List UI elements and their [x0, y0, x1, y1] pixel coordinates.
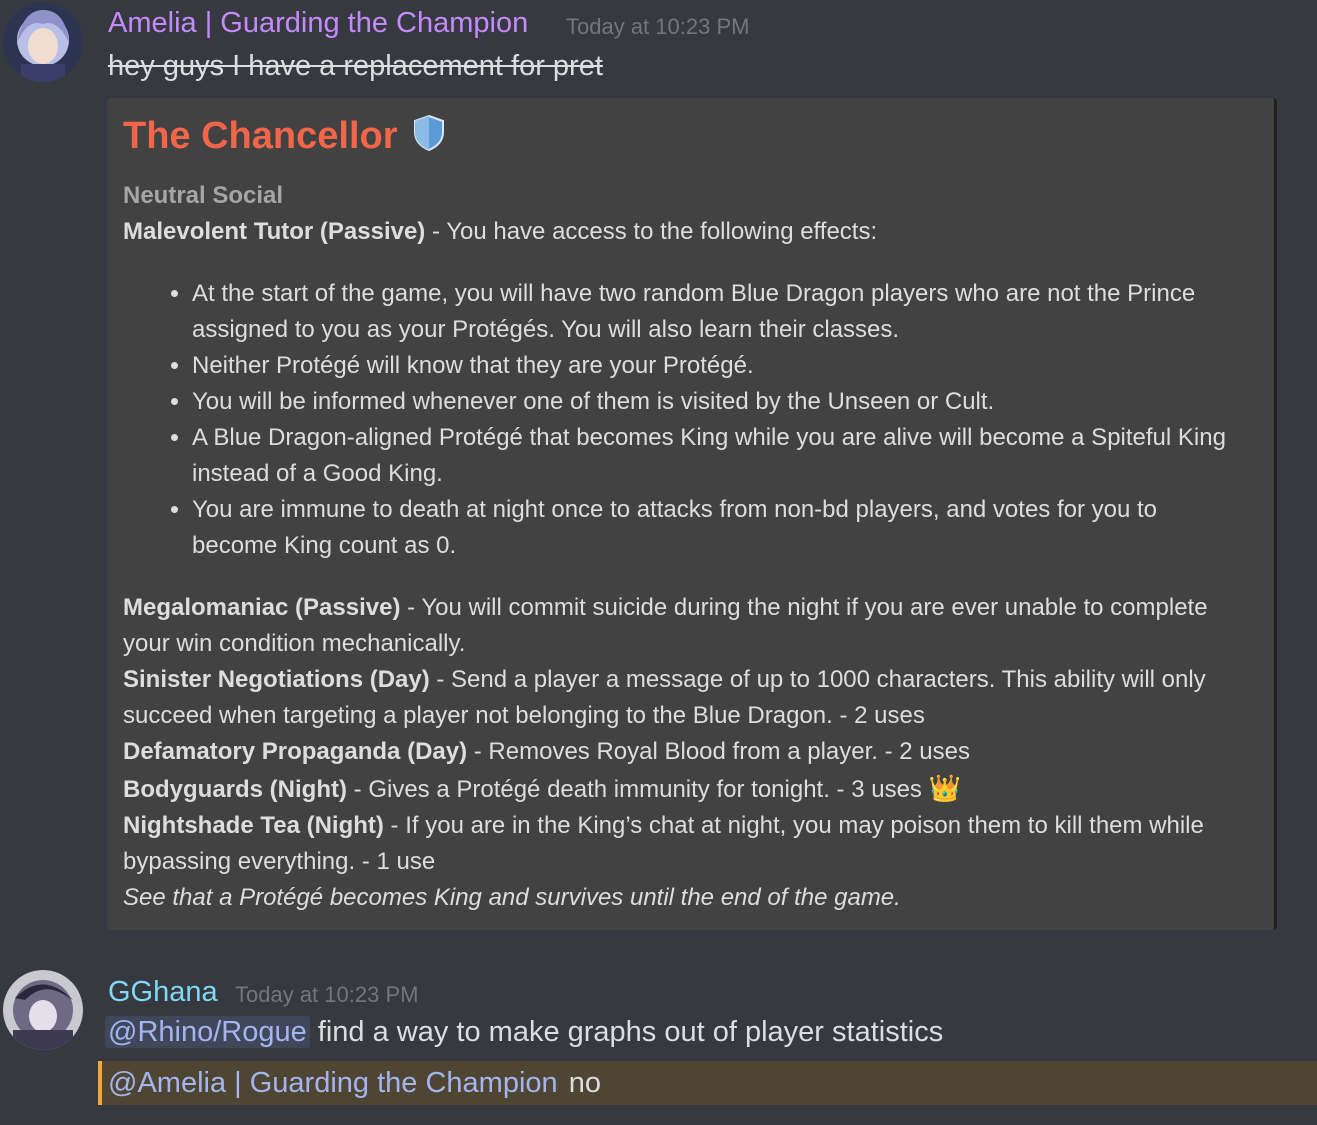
list-item: At the start of the game, you will have …: [192, 276, 1248, 348]
username[interactable]: Amelia | Guarding the Champion: [108, 7, 528, 40]
message-text: hey guys I have a replacement for pret: [108, 50, 603, 82]
ability-megalomaniac: Megalomaniac (Passive) - You will commit…: [123, 590, 1248, 662]
ability-text: - Removes Royal Blood from a player. - 2…: [467, 738, 970, 765]
list-item: A Blue Dragon-aligned Protégé that becom…: [192, 420, 1248, 492]
timestamp: Today at 10:23 PM: [235, 982, 419, 1007]
ability-defamatory-propaganda: Defamatory Propaganda (Day) - Removes Ro…: [123, 734, 1248, 770]
message-text: @Amelia | Guarding the Champion no: [108, 1067, 601, 1100]
ability-name: Sinister Negotiations (Day): [123, 666, 430, 693]
message-text: @Rhino/Rogue find a way to make graphs o…: [105, 1016, 944, 1049]
ability-passive-1: Malevolent Tutor (Passive) - You have ac…: [123, 214, 1248, 250]
shield-icon: [412, 114, 446, 162]
ability-name: Defamatory Propaganda (Day): [123, 738, 468, 765]
embed-title: The Chancellor: [123, 114, 446, 162]
ability-text: - You have access to the following effec…: [425, 218, 878, 245]
ability-sinister-negotiations: Sinister Negotiations (Day) - Send a pla…: [123, 662, 1248, 734]
ability-name: Malevolent Tutor (Passive): [123, 218, 426, 245]
avatar[interactable]: [3, 970, 83, 1050]
crown-icon: 👑: [928, 773, 961, 803]
win-condition: See that a Protégé becomes King and surv…: [123, 884, 901, 911]
user-mention[interactable]: @Rhino/Rogue: [105, 1016, 310, 1048]
ability-name: Nightshade Tea (Night): [123, 812, 384, 839]
user-mention[interactable]: @Amelia | Guarding the Champion: [105, 1067, 561, 1099]
role-embed: The Chancellor Neutral Social Malevolent…: [107, 98, 1277, 930]
ability-text: - Gives a Protégé death immunity for ton…: [346, 776, 929, 803]
list-item: You are immune to death at night once to…: [192, 492, 1248, 564]
avatar[interactable]: [3, 2, 83, 82]
ability-name: Bodyguards (Night): [123, 776, 347, 803]
username[interactable]: GGhana: [108, 976, 218, 1009]
ability-bodyguards: Bodyguards (Night) - Gives a Protégé dea…: [123, 770, 1248, 808]
list-item: Neither Protégé will know that they are …: [192, 348, 1248, 384]
list-item: You will be informed whenever one of the…: [192, 384, 1248, 420]
embed-subtitle: Neutral Social: [123, 182, 284, 209]
effects-list: At the start of the game, you will have …: [123, 276, 1248, 564]
message-body: find a way to make graphs out of player …: [309, 1016, 944, 1048]
embed-body: Neutral Social Malevolent Tutor (Passive…: [123, 178, 1248, 916]
ability-nightshade-tea: Nightshade Tea (Night) - If you are in t…: [123, 808, 1248, 880]
timestamp: Today at 10:23 PM: [566, 14, 750, 39]
ability-name: Megalomaniac (Passive): [123, 594, 401, 621]
embed-title-text: The Chancellor: [123, 115, 398, 158]
message-body: no: [560, 1067, 601, 1099]
